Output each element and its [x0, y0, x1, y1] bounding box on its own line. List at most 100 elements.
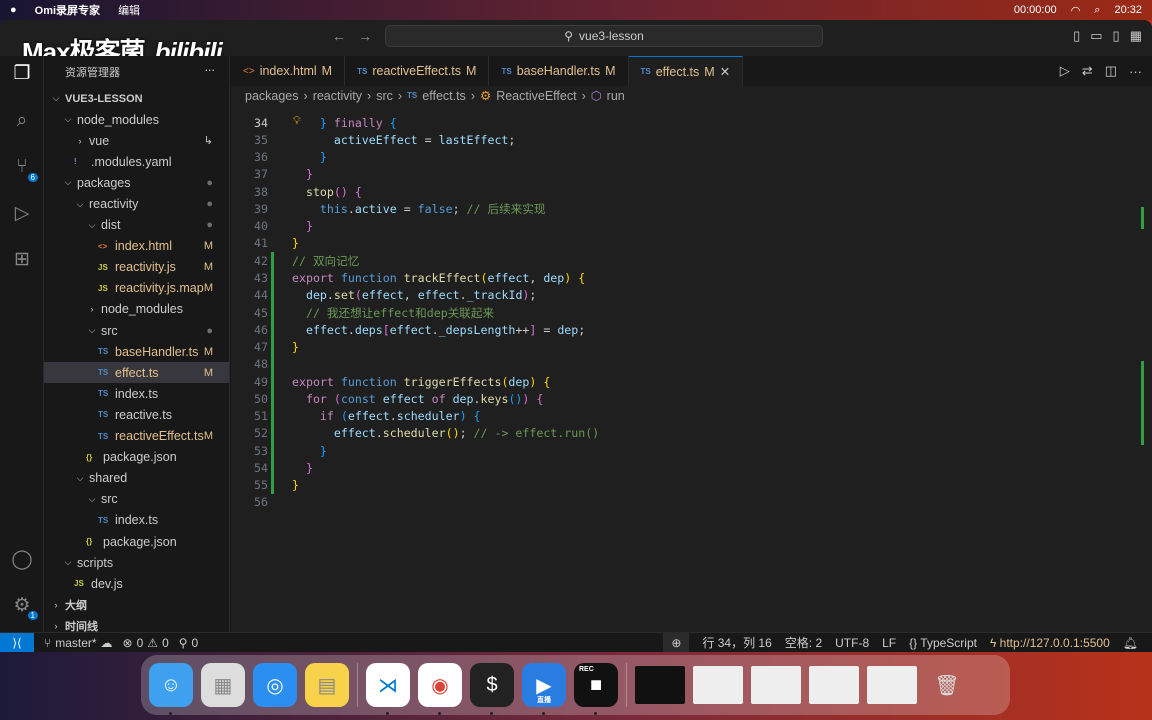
- tree-item[interactable]: JS reactivity.js.map M: [44, 278, 229, 299]
- breadcrumb-item[interactable]: reactivity: [313, 89, 362, 103]
- code-line[interactable]: 46 effect.deps[effect._depsLength++] = d…: [231, 321, 1152, 339]
- toggle-secondary-sidebar-icon[interactable]: ▯: [1113, 28, 1120, 44]
- breadcrumb-item[interactable]: ReactiveEffect: [496, 89, 576, 103]
- code-line[interactable]: 55}: [231, 476, 1152, 495]
- breadcrumb-item[interactable]: packages: [245, 89, 299, 103]
- code-line[interactable]: 49 export function triggerEffects(dep) {: [231, 372, 1152, 391]
- tree-item[interactable]: › vue ↳: [44, 130, 229, 151]
- code-line[interactable]: 42 // 双向记忆: [231, 252, 1152, 270]
- dock-app-0[interactable]: ☺: [149, 663, 193, 715]
- apple-icon[interactable]: ●: [10, 4, 17, 16]
- customize-layout-icon[interactable]: ▦: [1130, 28, 1142, 44]
- tree-item[interactable]: › 大纲: [44, 594, 229, 615]
- encoding[interactable]: UTF-8: [835, 636, 869, 650]
- tree-item[interactable]: ⌵ packages ●: [44, 172, 229, 193]
- code-line[interactable]: 36 }: [231, 149, 1152, 166]
- dock-app-5[interactable]: ◉: [418, 663, 462, 715]
- more-actions-icon[interactable]: ...: [205, 60, 215, 74]
- tree-item[interactable]: ⌵ reactivity ●: [44, 193, 229, 214]
- tree-item[interactable]: TS reactiveEffect.ts M: [44, 426, 229, 447]
- minimized-window[interactable]: [693, 666, 743, 704]
- breadcrumb-item[interactable]: src: [376, 89, 393, 103]
- run-icon[interactable]: ▷: [1060, 63, 1070, 79]
- bell-icon[interactable]: 🔔︎: [1123, 636, 1138, 650]
- code-line[interactable]: 34 } finally {💡︎: [231, 114, 1152, 131]
- code-line[interactable]: 43 export function trackEffect(effect, de…: [231, 269, 1152, 287]
- more-icon[interactable]: ···: [1129, 64, 1142, 79]
- eol[interactable]: LF: [882, 636, 896, 650]
- dock-app-4[interactable]: ⋊: [366, 663, 410, 715]
- code-line[interactable]: 45 // 我还想让effect和dep关联起来: [231, 303, 1152, 322]
- back-icon[interactable]: ←: [332, 28, 346, 44]
- breadcrumb-item[interactable]: run: [607, 89, 625, 103]
- lightbulb-icon[interactable]: 💡︎: [293, 114, 301, 128]
- tree-item[interactable]: › node_modules: [44, 299, 229, 320]
- tree-item[interactable]: ⌵ dist ●: [44, 215, 229, 236]
- tree-item[interactable]: ⌵ VUE3-LESSON: [44, 88, 229, 109]
- code-line[interactable]: 40 }: [231, 218, 1152, 235]
- tree-item[interactable]: JS dev.js: [44, 573, 229, 594]
- problems-indicator[interactable]: ⊗ 0 ⚠ 0: [123, 636, 169, 650]
- dock-app-3[interactable]: ▤: [305, 663, 349, 707]
- tree-item[interactable]: <> index.html M: [44, 236, 229, 257]
- settings-gear-icon[interactable]: ⚙ 1: [10, 594, 38, 620]
- minimized-window[interactable]: [809, 666, 859, 704]
- trash-icon[interactable]: 🗑︎: [925, 663, 969, 707]
- tree-item[interactable]: ! .modules.yaml: [44, 151, 229, 172]
- code-line[interactable]: 39 this.active = false; // 后续来实现: [231, 200, 1152, 217]
- menu-edit[interactable]: 编辑: [118, 2, 140, 18]
- code-line[interactable]: 47}: [231, 338, 1152, 356]
- compare-icon[interactable]: ⇄: [1082, 63, 1093, 79]
- dock-app-7[interactable]: ▶ 直播: [522, 663, 566, 715]
- branch-indicator[interactable]: ⑂ master* ☁: [44, 636, 113, 650]
- minimized-window[interactable]: [751, 666, 801, 704]
- minimized-window[interactable]: [867, 666, 917, 704]
- indentation[interactable]: 空格: 2: [785, 634, 822, 651]
- search-icon[interactable]: ⌕: [1094, 4, 1100, 17]
- tree-item[interactable]: JS reactivity.js M: [44, 257, 229, 278]
- tree-item[interactable]: ⌵ src: [44, 489, 229, 510]
- account-icon[interactable]: ◯: [10, 548, 34, 572]
- code-line[interactable]: 52 effect.scheduler(); // -> effect.run(…: [231, 424, 1152, 443]
- code-line[interactable]: 48: [231, 355, 1152, 374]
- tab-effect-ts[interactable]: TS effect.ts M ✕: [628, 56, 744, 86]
- dock-app-8[interactable]: ■ REC: [574, 663, 618, 715]
- dock-app-1[interactable]: ▦: [201, 663, 245, 707]
- code-line[interactable]: 50 for (const effect of dep.keys()) {: [231, 390, 1152, 408]
- run-debug-icon[interactable]: ▷: [10, 202, 34, 226]
- tree-item[interactable]: ⌵ node_modules: [44, 109, 229, 130]
- code-line[interactable]: 53 }: [231, 442, 1152, 460]
- menu-app[interactable]: Omi录屏专家: [35, 2, 100, 18]
- toggle-panel-icon[interactable]: ▭: [1090, 28, 1102, 44]
- zoom-icon[interactable]: ⊕: [663, 632, 690, 652]
- tree-item[interactable]: {} package.json: [44, 447, 229, 468]
- tree-item[interactable]: TS effect.ts M: [44, 362, 229, 384]
- code-line[interactable]: 54 }: [231, 459, 1152, 477]
- breadcrumb-item[interactable]: effect.ts: [422, 89, 466, 103]
- tree-item[interactable]: ⌵ scripts: [44, 552, 229, 573]
- tree-item[interactable]: ⌵ src ●: [44, 320, 229, 341]
- tree-item[interactable]: TS index.ts: [44, 383, 229, 404]
- code-line[interactable]: 37 }: [231, 166, 1152, 183]
- explorer-icon[interactable]: ❐: [10, 62, 34, 86]
- source-control-icon[interactable]: ⑂ 6: [10, 156, 38, 182]
- code-line[interactable]: 38 stop() {: [231, 183, 1152, 200]
- code-line[interactable]: 41}: [231, 235, 1152, 252]
- tree-item[interactable]: {} package.json: [44, 531, 229, 552]
- clock[interactable]: 20:32: [1114, 4, 1142, 16]
- live-server[interactable]: ϟ http://127.0.0.1:5500: [990, 636, 1110, 650]
- tab-baseHandler-ts[interactable]: TS baseHandler.ts M: [489, 56, 629, 86]
- code-line[interactable]: 51 if (effect.scheduler) {: [231, 407, 1152, 426]
- dock-app-6[interactable]: $: [470, 663, 514, 715]
- code-line[interactable]: 35 activeEffect = lastEffect;: [231, 131, 1152, 148]
- toggle-sidebar-icon[interactable]: ▯: [1073, 28, 1080, 44]
- minimized-window[interactable]: [635, 666, 685, 704]
- dock-app-2[interactable]: ◎: [253, 663, 297, 707]
- code-editor[interactable]: 34 } finally {💡︎ 35 activeEffect = lastEf…: [231, 114, 1152, 511]
- tree-item[interactable]: TS reactive.ts: [44, 404, 229, 425]
- command-center-search[interactable]: ⚲ vue3-lesson: [385, 25, 823, 47]
- tab-index-html[interactable]: <> index.html M: [231, 56, 346, 86]
- search-icon[interactable]: ⌕: [10, 110, 34, 134]
- tree-item[interactable]: TS index.ts: [44, 510, 229, 531]
- tab-reactiveEffect-ts[interactable]: TS reactiveEffect.ts M: [345, 56, 490, 86]
